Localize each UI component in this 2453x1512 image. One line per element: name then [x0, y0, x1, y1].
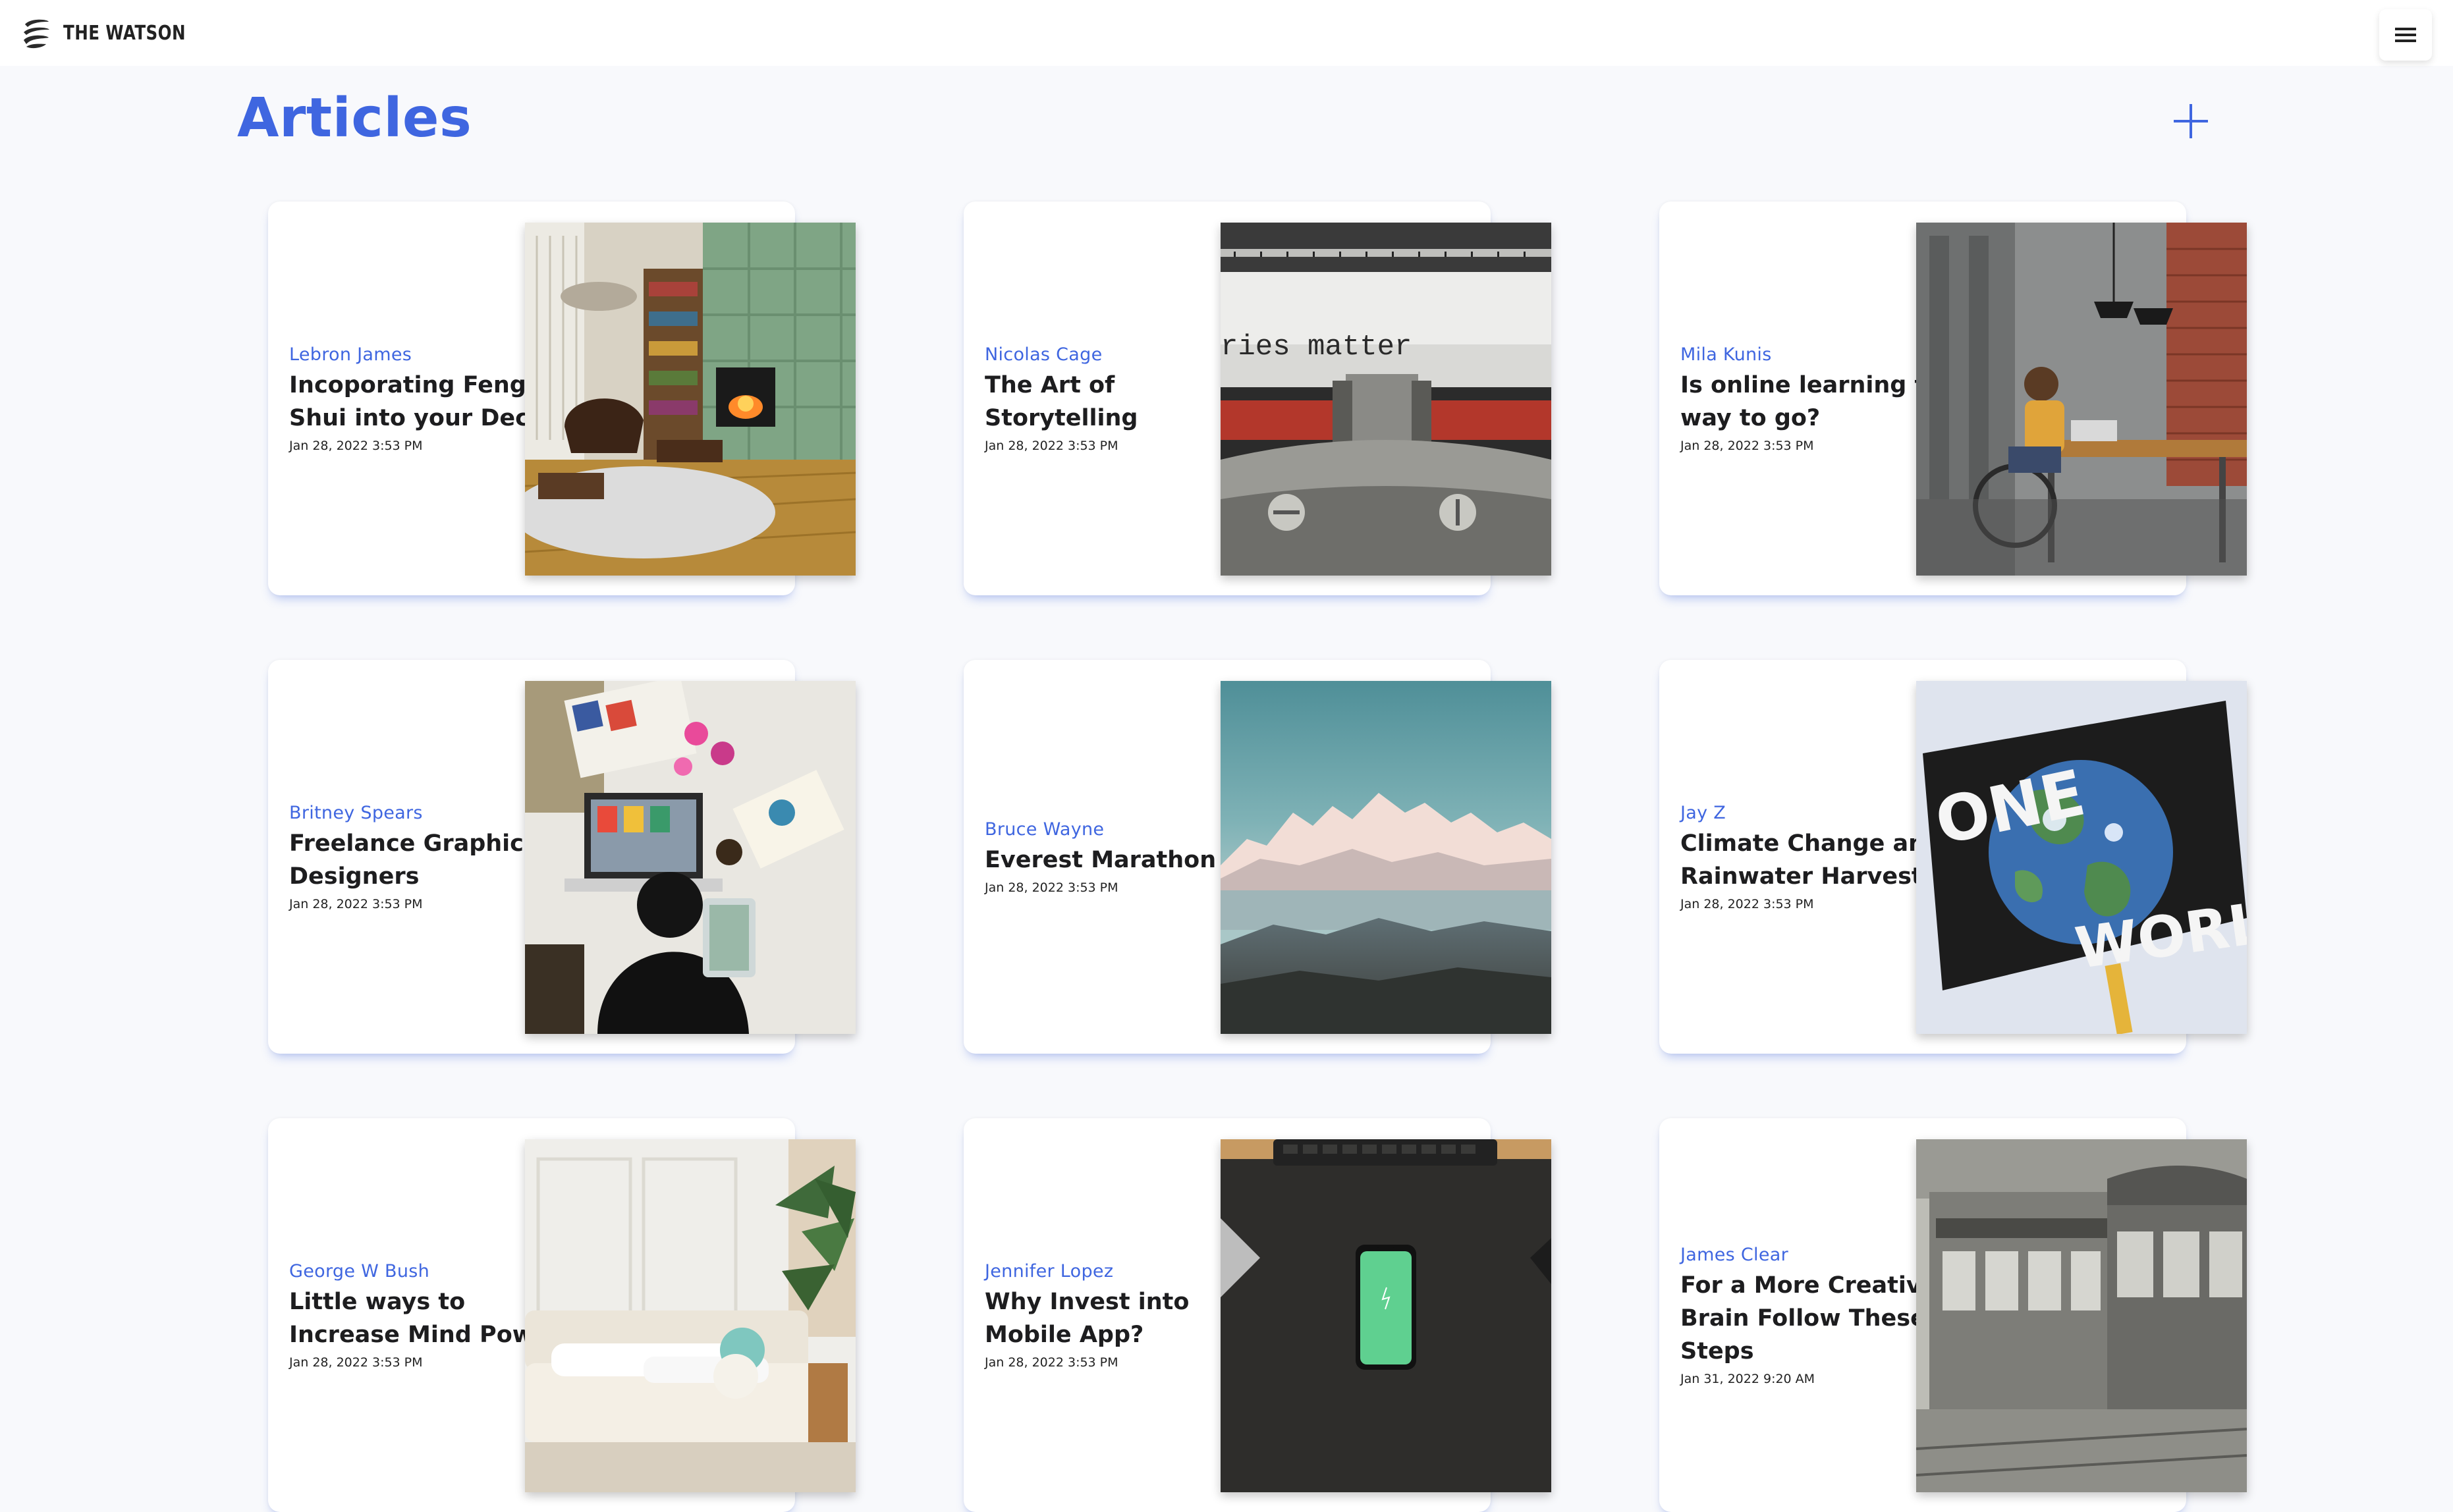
- typewriter-photo: ries matter: [1221, 223, 1551, 576]
- brand-name: THE WATSON: [63, 21, 186, 45]
- article-card[interactable]: Britney Spears Freelance Graphic Designe…: [268, 660, 856, 1054]
- one-world-sign-photo: ONE WORLD: [1916, 681, 2247, 1034]
- article-card[interactable]: Nicolas Cage The Art of Storytelling Jan…: [964, 202, 1551, 595]
- article-image[interactable]: [1916, 1139, 2247, 1492]
- article-card[interactable]: Lebron James Incoporating Feng Shui into…: [268, 202, 856, 595]
- top-bar: THE WATSON: [0, 0, 2453, 66]
- snowy-mountains-photo: [1221, 681, 1551, 1034]
- article-image[interactable]: ONE WORLD: [1916, 681, 2247, 1034]
- article-image[interactable]: [1221, 1139, 1551, 1492]
- article-card[interactable]: George W Bush Little ways to Increase Mi…: [268, 1118, 856, 1512]
- woman-sofa-photo: [525, 1139, 856, 1492]
- article-card[interactable]: Jay Z Climate Change and Rainwater Harve…: [1659, 660, 2247, 1054]
- living-room-photo: [525, 223, 856, 576]
- hamburger-menu-icon: [2395, 28, 2416, 42]
- page-title: Articles: [237, 87, 472, 149]
- article-image[interactable]: [525, 223, 856, 576]
- woman-wheelchair-photo: [1916, 223, 2247, 576]
- article-card[interactable]: James Clear For a More Creative Brain Fo…: [1659, 1118, 2247, 1512]
- article-image[interactable]: ries matter: [1221, 223, 1551, 576]
- article-image[interactable]: [525, 1139, 856, 1492]
- plus-icon: [2174, 104, 2208, 138]
- article-image[interactable]: [1221, 681, 1551, 1034]
- article-image[interactable]: [1916, 223, 2247, 576]
- typewriter-text: ries matter: [1221, 331, 1412, 364]
- brand-logo-icon: [24, 19, 49, 49]
- article-image[interactable]: [525, 681, 856, 1034]
- article-card[interactable]: Bruce Wayne Everest Marathon Jan 28, 202…: [964, 660, 1551, 1054]
- menu-button[interactable]: [2379, 9, 2432, 61]
- article-card[interactable]: Jennifer Lopez Why Invest into Mobile Ap…: [964, 1118, 1551, 1512]
- smartphone-photo: [1221, 1139, 1551, 1492]
- brand-logo[interactable]: THE WATSON: [18, 14, 213, 51]
- article-card[interactable]: Mila Kunis Is online learning the way to…: [1659, 202, 2247, 595]
- add-article-button[interactable]: [2171, 101, 2211, 141]
- designer-desk-photo: [525, 681, 856, 1034]
- vintage-tram-photo: [1916, 1139, 2247, 1492]
